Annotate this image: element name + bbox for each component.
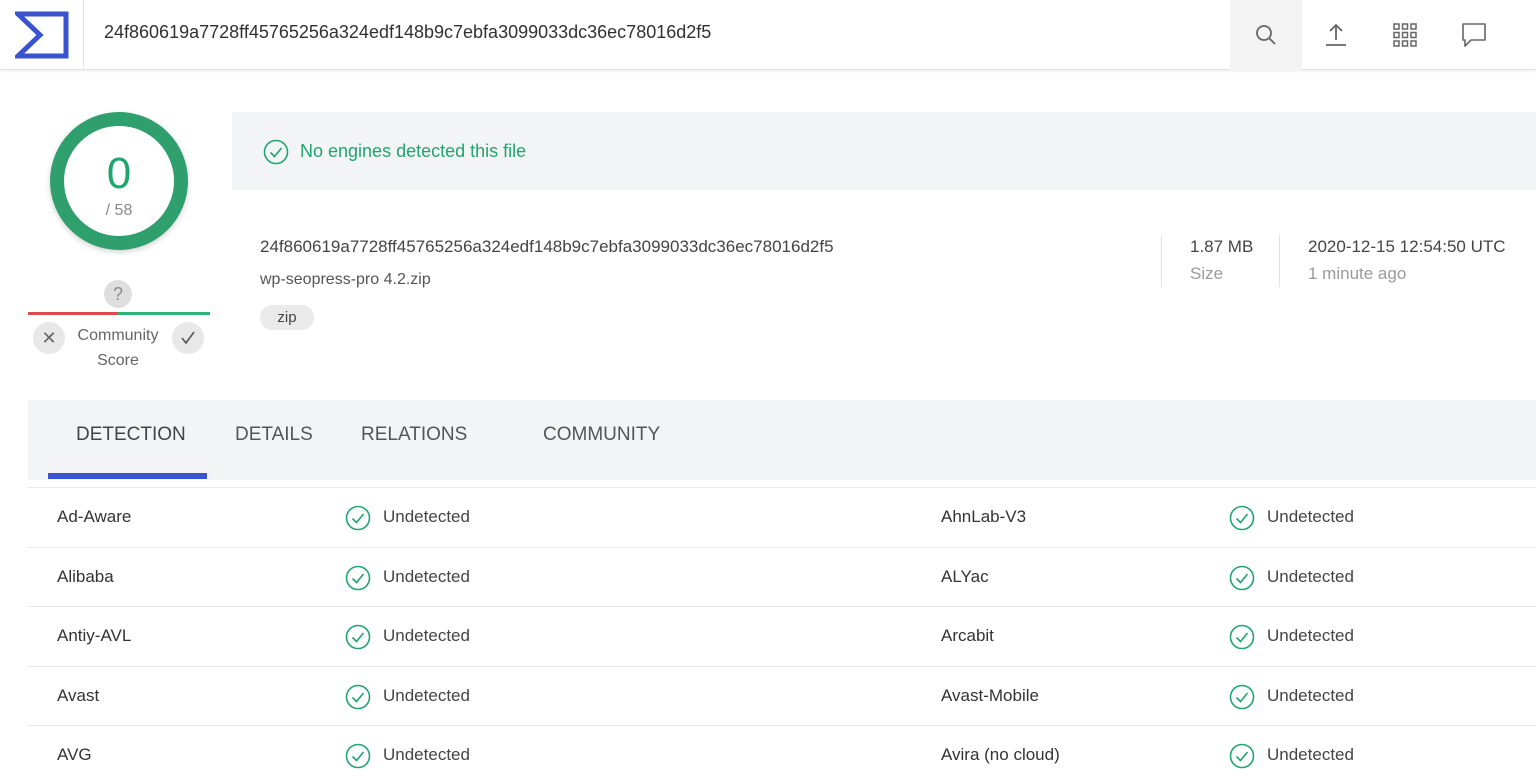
engine-result: Undetected [1267, 745, 1354, 764]
result-row: Ad-Aware Undetected AhnLab-V3 Undetected [28, 487, 1536, 547]
chat-button[interactable] [1438, 0, 1510, 70]
file-size-label: Size [1190, 264, 1224, 283]
file-size: 1.87 MB [1190, 237, 1254, 256]
result-row: AVG Undetected Avira (no cloud) Undetected [28, 725, 1536, 776]
engine-name: Avira (no cloud) [941, 745, 1060, 764]
engine-name: Arcabit [941, 626, 994, 645]
community-score-question-icon: ? [104, 280, 132, 308]
search-icon [1256, 25, 1276, 45]
engine-name: Avast [57, 685, 100, 705]
tab-community[interactable]: COMMUNITY [543, 424, 660, 446]
check-circle-icon [345, 624, 371, 655]
engine-result: Undetected [383, 745, 470, 764]
engine-result: Undetected [1267, 685, 1354, 705]
scan-date-relative: 1 minute ago [1308, 264, 1407, 283]
check-circle-icon [1229, 505, 1255, 536]
engine-result: Undetected [383, 507, 470, 526]
upload-icon [1326, 23, 1346, 46]
engine-result: Undetected [1267, 566, 1354, 586]
engine-name: Antiy-AVL [57, 626, 132, 645]
community-score-bar-negative [28, 312, 118, 315]
detection-banner-text: No engines detected this file [300, 141, 527, 161]
engine-name: Avast-Mobile [941, 685, 1039, 705]
detection-score: 0 / 58 [64, 126, 174, 236]
engine-result: Undetected [383, 685, 470, 705]
checkmark-icon [181, 331, 195, 345]
vote-harmful-button[interactable]: ✕ [33, 322, 65, 354]
detection-score-ring: 0 / 58 [50, 112, 188, 250]
check-circle-icon [1229, 624, 1255, 655]
top-bar: 24f860619a7728ff45765256a324edf148b9c7eb… [0, 0, 1536, 70]
detection-banner: No engines detected this file [232, 112, 1536, 190]
search-button[interactable] [1230, 0, 1302, 70]
chat-icon [1462, 23, 1486, 47]
engine-result: Undetected [383, 626, 470, 645]
tab-relations[interactable]: RELATIONS [361, 424, 467, 446]
file-hash: 24f860619a7728ff45765256a324edf148b9c7eb… [260, 237, 834, 256]
check-circle-icon [1229, 684, 1255, 715]
apps-grid-icon [1393, 23, 1417, 47]
tab-detection[interactable]: DETECTION [76, 424, 186, 446]
check-circle-icon [263, 139, 289, 165]
engine-name: AhnLab-V3 [941, 507, 1027, 526]
engine-result: Undetected [1267, 507, 1354, 526]
engine-name: Alibaba [57, 566, 114, 586]
file-name: wp-seopress-pro 4.2.zip [260, 271, 431, 288]
engine-name: Ad-Aware [57, 507, 132, 526]
check-circle-icon [345, 684, 371, 715]
apps-button[interactable] [1369, 0, 1441, 70]
engine-name: ALYac [941, 566, 989, 586]
check-circle-icon [1229, 565, 1255, 596]
result-row: Avast Undetected Avast-Mobile Undetected [28, 665, 1536, 726]
detection-count: 0 [106, 149, 132, 198]
file-type-tag[interactable]: zip [260, 305, 314, 330]
check-circle-icon [345, 505, 371, 536]
check-circle-icon [1229, 743, 1255, 774]
result-row: Alibaba Undetected ALYac Undetected [28, 546, 1536, 607]
vote-harmless-button[interactable] [172, 322, 204, 354]
search-input[interactable]: 24f860619a7728ff45765256a324edf148b9c7eb… [104, 22, 711, 43]
engine-total: / 58 [105, 202, 133, 219]
engine-result: Undetected [383, 566, 470, 586]
virustotal-logo-icon[interactable] [0, 0, 84, 70]
active-tab-indicator [48, 473, 207, 479]
check-circle-icon [345, 565, 371, 596]
engine-result: Undetected [1267, 626, 1354, 645]
divider [1161, 235, 1162, 287]
community-score-bar-positive [118, 312, 210, 315]
report-tabs: DETECTION DETAILS RELATIONS COMMUNITY [28, 400, 1536, 480]
scan-date: 2020-12-15 12:54:50 UTC [1308, 237, 1506, 256]
community-score-label: Community Score [77, 327, 159, 369]
divider [1279, 235, 1280, 287]
detection-results: Ad-Aware Undetected AhnLab-V3 Undetected Ali… [28, 487, 1536, 776]
upload-button[interactable] [1300, 0, 1372, 70]
check-circle-icon [345, 743, 371, 774]
tab-details[interactable]: DETAILS [235, 424, 313, 446]
engine-name: AVG [57, 745, 92, 764]
result-row: Antiy-AVL Undetected Arcabit Undetected [28, 606, 1536, 666]
